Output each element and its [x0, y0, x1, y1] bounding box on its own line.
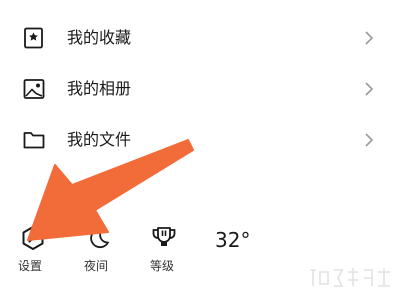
menu-item-album[interactable]: 我的相册	[0, 64, 400, 114]
settings-icon	[19, 224, 47, 252]
crescent-moon-icon	[85, 224, 113, 252]
menu-item-album-label: 我的相册	[67, 79, 132, 98]
watermark-icon	[306, 262, 394, 292]
menu-item-files[interactable]: 我的文件	[0, 115, 400, 165]
bookmark-star-icon	[22, 26, 46, 50]
menu-item-favorites-label: 我的收藏	[67, 28, 132, 47]
level-label: 等级	[150, 259, 175, 273]
menu-item-favorites[interactable]: 我的收藏	[0, 13, 400, 63]
trophy-cup-icon	[150, 224, 178, 252]
chevron-right-icon	[364, 81, 374, 97]
menu-item-files-label: 我的文件	[67, 130, 132, 149]
settings-label: 设置	[18, 259, 43, 273]
weather-temperature[interactable]: 32°	[215, 227, 250, 253]
night-mode-label: 夜间	[84, 259, 109, 273]
chevron-right-icon	[364, 30, 374, 46]
photo-album-icon	[22, 77, 46, 101]
folder-icon	[22, 128, 46, 152]
chevron-right-icon	[364, 132, 374, 148]
